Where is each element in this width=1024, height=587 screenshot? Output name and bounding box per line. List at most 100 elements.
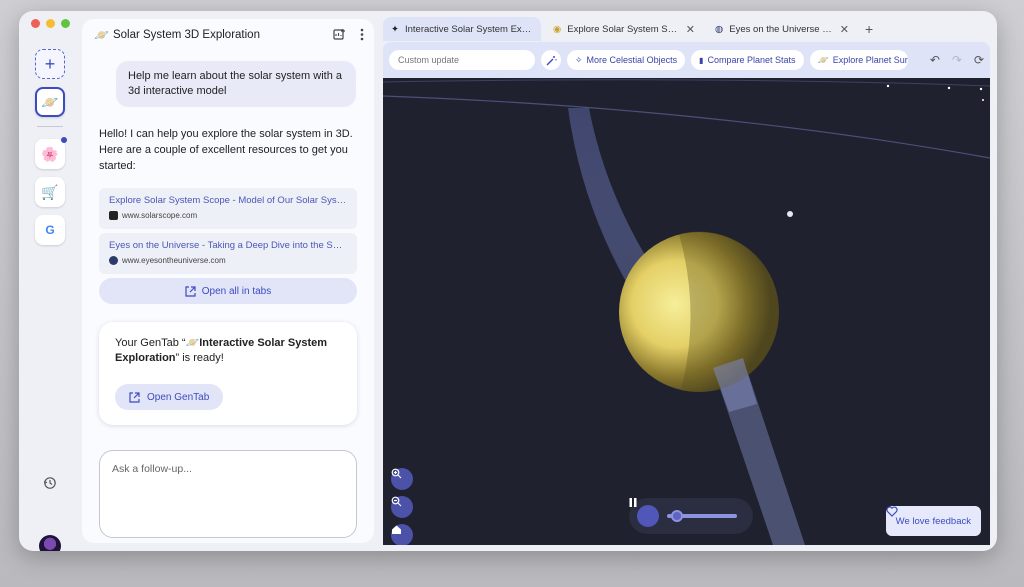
chip-compare-planet-stats[interactable]: ▮ Compare Planet Stats — [691, 50, 804, 70]
slider-handle[interactable] — [671, 510, 683, 522]
link-card-eyes[interactable]: Eyes on the Universe - Taking a Deep Div… — [99, 233, 357, 274]
chip-label: Compare Planet Stats — [707, 55, 796, 65]
star — [982, 99, 984, 101]
chip-label: Explore Planet Surfac — [832, 55, 908, 65]
small-moon[interactable] — [787, 211, 793, 217]
chat-panel: 🪐 Solar System 3D Exploration Help me le… — [82, 19, 374, 543]
home-button[interactable] — [391, 524, 413, 545]
eyes-icon: ◍ — [715, 23, 724, 35]
pause-icon — [629, 498, 637, 507]
link-title: Eyes on the Universe - Taking a Deep Div… — [109, 240, 347, 251]
gentab-prefix: Your GenTab “ — [115, 337, 186, 349]
saturn-icon: 🪐 — [185, 337, 200, 349]
cart-icon: 🛒 — [41, 183, 59, 200]
add-to-tab-icon[interactable] — [333, 28, 346, 41]
eyes-icon — [109, 256, 118, 265]
open-all-label: Open all in tabs — [201, 285, 272, 297]
saturn-icon: 🪐 — [41, 93, 59, 110]
plus-icon: + — [44, 53, 56, 74]
flower-icon: 🌸 — [41, 145, 59, 162]
rail-item-google[interactable]: G — [35, 215, 65, 245]
window-controls — [31, 19, 70, 28]
avatar[interactable] — [39, 535, 61, 551]
sync-icon[interactable]: ⟳ — [974, 53, 984, 67]
home-icon — [392, 525, 401, 534]
feedback-button[interactable]: We love feedback — [885, 506, 981, 536]
tab-strip: ✦ Interactive Solar System Explor... ◉ E… — [383, 16, 990, 42]
open-gentab-label: Open GenTab — [147, 391, 210, 403]
speed-slider[interactable] — [667, 510, 737, 522]
solarscope-icon: ◉ — [553, 23, 562, 35]
open-all-in-tabs-button[interactable]: Open all in tabs — [99, 278, 357, 304]
link-title: Explore Solar System Scope - Model of Ou… — [109, 195, 347, 206]
wand-glyph — [546, 55, 556, 65]
tab-solar-system-scope[interactable]: ◉ Explore Solar System Scope - ... ✕ — [545, 17, 703, 41]
app-window: + 🪐 🌸 🛒 G 🪐 Solar System 3D Exploration — [19, 11, 997, 551]
link-source: www.eyesontheuniverse.com — [122, 256, 226, 265]
more-options-icon[interactable] — [360, 28, 364, 41]
gentab-toolbar: ✧ More Celestial Objects ▮ Compare Plane… — [383, 42, 990, 78]
tab-label: Explore Solar System Scope - ... — [567, 23, 679, 35]
unread-badge — [61, 137, 67, 143]
custom-update-input[interactable] — [389, 50, 535, 70]
follow-up-input[interactable]: Ask a follow-up... — [99, 450, 357, 538]
undo-icon[interactable]: ↶ — [930, 53, 940, 67]
space-scene — [383, 79, 990, 545]
user-message: Help me learn about the solar system wit… — [116, 61, 356, 107]
chip-explore-planet-surface[interactable]: 🪐 Explore Planet Surfac — [809, 50, 908, 70]
sparkle-icon: ✦ — [391, 23, 399, 35]
tab-label: Eyes on the Universe - Taking ... — [729, 23, 833, 35]
panel-header: 🪐 Solar System 3D Exploration — [82, 19, 374, 51]
tab-label: Interactive Solar System Explor... — [404, 23, 533, 35]
maximize-window-button[interactable] — [61, 19, 70, 28]
close-tab-icon[interactable]: ✕ — [840, 23, 849, 36]
heart-feedback-icon — [886, 506, 898, 517]
open-gentab-button[interactable]: Open GenTab — [115, 384, 224, 410]
magic-wand-icon[interactable] — [541, 50, 561, 70]
gentab-ready-card: Your GenTab “🪐Interactive Solar System E… — [99, 322, 357, 425]
history-icon[interactable] — [43, 476, 57, 490]
saturn-icon: 🪐 — [817, 54, 829, 65]
left-rail: + 🪐 🌸 🛒 G — [19, 41, 81, 551]
orbit-line — [383, 95, 990, 159]
rail-divider — [37, 126, 63, 127]
assistant-message: Hello! I can help you explore the solar … — [99, 128, 353, 172]
open-external-icon — [129, 391, 140, 403]
panel-title: Solar System 3D Exploration — [112, 29, 260, 41]
solar-system-3d-view[interactable]: We love feedback — [383, 78, 990, 545]
rail-item-cart[interactable]: 🛒 — [35, 177, 65, 207]
bar-chart-icon: ▮ — [699, 55, 704, 65]
pause-button[interactable] — [629, 498, 659, 527]
stars-icon: ✧ — [575, 54, 583, 65]
redo-icon[interactable]: ↷ — [952, 53, 962, 67]
new-chat-button[interactable]: + — [35, 49, 65, 79]
zoom-in-button[interactable] — [391, 468, 413, 490]
close-tab-icon[interactable]: ✕ — [686, 23, 695, 36]
orbit-line — [383, 79, 990, 87]
chip-more-celestial-objects[interactable]: ✧ More Celestial Objects — [567, 50, 686, 70]
close-window-button[interactable] — [31, 19, 40, 28]
link-card-solarscope[interactable]: Explore Solar System Scope - Model of Ou… — [99, 188, 357, 229]
rail-item-solar-system[interactable]: 🪐 — [35, 87, 65, 117]
gentab-message: Your GenTab “🪐Interactive Solar System E… — [115, 336, 341, 366]
star — [979, 87, 983, 91]
saturn-icon: 🪐 — [94, 28, 109, 42]
tab-eyes-on-universe[interactable]: ◍ Eyes on the Universe - Taking ... ✕ — [707, 17, 857, 41]
zoom-out-button[interactable] — [391, 496, 413, 518]
gentab-suffix: ” is ready! — [175, 352, 224, 364]
chip-label: More Celestial Objects — [586, 55, 678, 65]
tab-interactive-solar-system[interactable]: ✦ Interactive Solar System Explor... — [383, 17, 541, 41]
follow-up-placeholder: Ask a follow-up... — [112, 463, 192, 475]
google-icon: G — [45, 223, 55, 237]
open-external-icon — [185, 285, 196, 297]
zoom-in-icon — [391, 468, 402, 479]
browser-area: ✦ Interactive Solar System Explor... ◉ E… — [383, 16, 990, 545]
solarscope-icon — [109, 211, 118, 220]
rail-item-flower[interactable]: 🌸 — [35, 137, 67, 169]
star — [886, 84, 890, 88]
feedback-label: We love feedback — [895, 515, 971, 527]
new-tab-button[interactable]: + — [865, 21, 873, 37]
star — [947, 86, 951, 90]
minimize-window-button[interactable] — [46, 19, 55, 28]
zoom-out-icon — [391, 496, 402, 507]
